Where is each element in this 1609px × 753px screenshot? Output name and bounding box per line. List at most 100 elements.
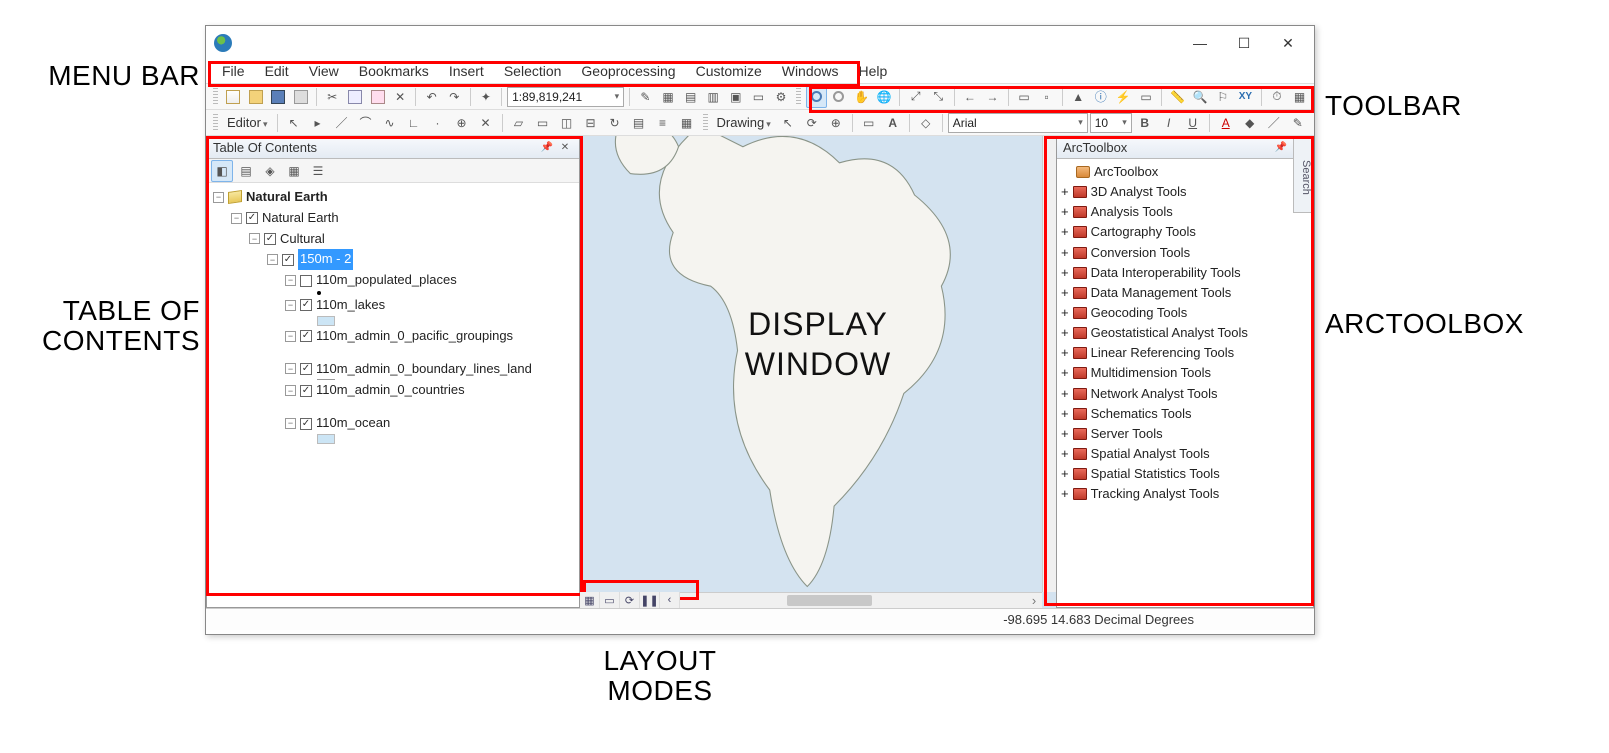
window-minimize-button[interactable]: — — [1178, 29, 1222, 57]
edit-vertices2-button[interactable]: ◇ — [915, 112, 937, 134]
font-size-select[interactable]: 10▾ — [1090, 113, 1132, 133]
search-window-button[interactable]: ▥ — [703, 86, 724, 108]
marker-color-button[interactable]: ✎ — [1287, 112, 1309, 134]
html-popup-button[interactable]: ▭ — [1136, 86, 1157, 108]
zoom-in-button[interactable] — [806, 86, 827, 108]
fixed-zoom-out-button[interactable]: ⤡ — [928, 86, 949, 108]
copy-button[interactable] — [345, 86, 366, 108]
select-graphic-button[interactable]: ↖ — [777, 112, 799, 134]
edit-vertices-button[interactable]: ▱ — [508, 112, 530, 134]
drawing-dropdown[interactable]: Drawing▾ — [713, 115, 775, 130]
expand-icon[interactable]: − — [285, 300, 296, 311]
toolbox-root[interactable]: ArcToolbox — [1094, 162, 1158, 182]
select-elements-button[interactable]: ▲ — [1068, 86, 1089, 108]
expand-icon[interactable]: + — [1061, 222, 1069, 242]
rectangle-button[interactable]: ▭ — [858, 112, 880, 134]
search-tab[interactable]: Search — [1293, 137, 1313, 213]
expand-icon[interactable]: − — [213, 192, 224, 203]
open-file-button[interactable] — [245, 86, 266, 108]
italic-button[interactable]: I — [1158, 112, 1180, 134]
checkbox-icon[interactable] — [300, 363, 312, 375]
checkbox-icon[interactable] — [300, 275, 312, 287]
straight-segment-button[interactable]: ／ — [331, 112, 353, 134]
toolbox-item[interactable]: 3D Analyst Tools — [1091, 182, 1187, 202]
time-slider-button[interactable]: ⏱ — [1267, 86, 1288, 108]
editor-dropdown[interactable]: Editor▾ — [223, 115, 272, 130]
toc-layer[interactable]: 110m_admin_0_pacific_groupings — [316, 326, 513, 347]
data-view-button[interactable]: ▦ — [580, 592, 600, 608]
expand-icon[interactable]: + — [1061, 363, 1069, 383]
select-features-button[interactable]: ▭ — [1014, 86, 1035, 108]
arctoolbox-pin-button[interactable]: 📌 — [1273, 140, 1289, 156]
measure-button[interactable]: 📏 — [1167, 86, 1188, 108]
menu-customize[interactable]: Customize — [686, 60, 772, 83]
checkbox-icon[interactable] — [282, 254, 294, 266]
toc-layer[interactable]: 110m_admin_0_boundary_lines_land — [316, 359, 532, 380]
expand-icon[interactable]: + — [1061, 323, 1069, 343]
expand-icon[interactable]: − — [285, 363, 296, 374]
fixed-zoom-in-button[interactable]: ⤢ — [905, 86, 926, 108]
toc-layer[interactable]: 110m_admin_0_countries — [316, 380, 465, 401]
text-button[interactable]: A — [882, 112, 904, 134]
python-button[interactable]: ▭ — [748, 86, 769, 108]
toolbox-item[interactable]: Schematics Tools — [1091, 404, 1192, 424]
expand-icon[interactable]: + — [1061, 283, 1069, 303]
expand-icon[interactable]: + — [1061, 263, 1069, 283]
toolbox-item[interactable]: Geostatistical Analyst Tools — [1091, 323, 1248, 343]
cut-poly-button[interactable]: ◫ — [556, 112, 578, 134]
toc-layer[interactable]: 110m_lakes — [316, 295, 385, 316]
expand-icon[interactable]: − — [231, 213, 242, 224]
toolbox-item[interactable]: Spatial Analyst Tools — [1091, 444, 1210, 464]
toc-close-button[interactable]: ✕ — [557, 140, 573, 156]
model-builder-button[interactable]: ⚙ — [771, 86, 792, 108]
toolbox-item[interactable]: Multidimension Tools — [1091, 363, 1211, 383]
expand-icon[interactable]: + — [1061, 243, 1069, 263]
toolbox-item[interactable]: Data Management Tools — [1091, 283, 1232, 303]
midpoint-button[interactable]: · — [427, 112, 449, 134]
rotate-button[interactable]: ↻ — [604, 112, 626, 134]
full-extent-button[interactable]: 🌐 — [874, 86, 895, 108]
redo-button[interactable]: ↷ — [444, 86, 465, 108]
window-close-button[interactable]: ✕ — [1266, 29, 1310, 57]
toc-layer[interactable]: 110m_populated_places — [316, 270, 457, 291]
rotate-graphic-button[interactable]: ⟳ — [801, 112, 823, 134]
expand-icon[interactable]: + — [1061, 182, 1069, 202]
fill-color-button[interactable]: ◆ — [1239, 112, 1261, 134]
cut-button[interactable]: ✂ — [322, 86, 343, 108]
refresh-view-button[interactable]: ⟳ — [620, 592, 640, 608]
toc-group[interactable]: Natural Earth — [262, 208, 339, 229]
menu-edit[interactable]: Edit — [255, 60, 299, 83]
toolbox-item[interactable]: Server Tools — [1091, 424, 1163, 444]
expand-icon[interactable]: − — [285, 418, 296, 429]
expand-icon[interactable]: + — [1061, 404, 1069, 424]
font-select[interactable]: Arial▾ — [948, 113, 1088, 133]
editor-toolbar-button[interactable]: ✎ — [635, 86, 656, 108]
map-scale-select[interactable]: 1:89,819,241▾ — [507, 87, 624, 107]
window-maximize-button[interactable]: ☐ — [1222, 29, 1266, 57]
toolbox-item[interactable]: Tracking Analyst Tools — [1091, 484, 1220, 504]
toc-tree[interactable]: −Natural Earth −Natural Earth −Cultural … — [207, 183, 579, 607]
menu-file[interactable]: File — [212, 60, 255, 83]
toc-button[interactable]: ▦ — [658, 86, 679, 108]
expand-icon[interactable]: − — [249, 233, 260, 244]
expand-icon[interactable]: + — [1061, 303, 1069, 323]
toolbox-item[interactable]: Geocoding Tools — [1091, 303, 1188, 323]
edit-annotation-button[interactable]: ▸ — [307, 112, 329, 134]
checkbox-icon[interactable] — [246, 212, 258, 224]
toolbox-item[interactable]: Cartography Tools — [1091, 222, 1196, 242]
checkbox-icon[interactable] — [300, 299, 312, 311]
expand-icon[interactable]: + — [1061, 384, 1069, 404]
expand-icon[interactable]: + — [1061, 444, 1069, 464]
checkbox-icon[interactable] — [300, 418, 312, 430]
pause-draw-button[interactable]: ❚❚ — [640, 592, 660, 608]
forward-extent-button[interactable]: → — [982, 86, 1003, 108]
toc-selected[interactable]: 150m - 2 — [298, 249, 353, 270]
menu-insert[interactable]: Insert — [439, 60, 494, 83]
expand-icon[interactable]: − — [285, 331, 296, 342]
intersection-button[interactable]: ✕ — [475, 112, 497, 134]
map-display[interactable]: DISPLAY WINDOW ▦ ▭ ⟳ ❚❚ ‹ › — [580, 136, 1056, 608]
menu-view[interactable]: View — [299, 60, 349, 83]
menu-geoprocessing[interactable]: Geoprocessing — [571, 60, 685, 83]
sketch-props-button[interactable]: ≡ — [652, 112, 674, 134]
delete-button[interactable]: ✕ — [390, 86, 411, 108]
